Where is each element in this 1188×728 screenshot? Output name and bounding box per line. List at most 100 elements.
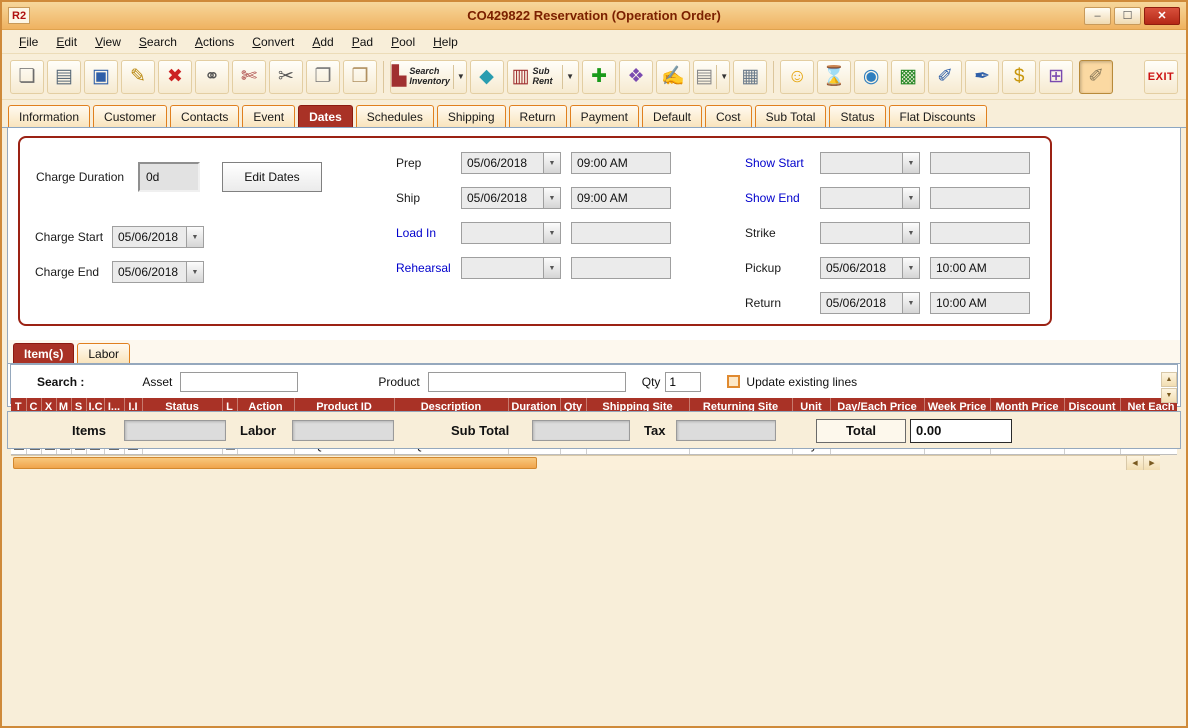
dropdown-arrow-icon[interactable]: ▼ <box>902 293 919 313</box>
show-end-date-combo[interactable]: ▼ <box>820 187 920 209</box>
modules-button[interactable]: ⊞ <box>1039 60 1073 94</box>
maximize-button[interactable]: ☐ <box>1114 7 1141 25</box>
scissors-button[interactable]: ✂ <box>269 60 303 94</box>
sub-rent-button[interactable]: ▥Sub Rent▼ <box>507 60 579 94</box>
add-line-button[interactable]: ✚ <box>582 60 616 94</box>
tab-customer[interactable]: Customer <box>93 105 167 127</box>
tax-field[interactable] <box>676 420 776 441</box>
edit-doc-button[interactable]: ✐ <box>928 60 962 94</box>
notepad-button[interactable]: ▤▼ <box>693 60 730 94</box>
print-button[interactable]: ▤ <box>47 60 81 94</box>
strike-date-combo[interactable]: ▼ <box>820 222 920 244</box>
dropdown-arrow-icon[interactable]: ▼ <box>562 65 574 89</box>
load-in-date-combo[interactable]: ▼ <box>461 222 561 244</box>
tab-shipping[interactable]: Shipping <box>437 105 506 127</box>
ship-time-input[interactable]: 09:00 AM <box>571 187 671 209</box>
charge-end-date-combo[interactable]: 05/06/2018 ▼ <box>112 261 204 283</box>
strike-time-input[interactable] <box>930 222 1030 244</box>
qty-input[interactable] <box>665 372 701 392</box>
tab-payment[interactable]: Payment <box>570 105 639 127</box>
money-button[interactable]: $ <box>1002 60 1036 94</box>
show-end-link[interactable]: Show End <box>745 191 800 205</box>
dropdown-arrow-icon[interactable]: ▼ <box>543 223 560 243</box>
scrollbar-track[interactable] <box>11 456 1126 470</box>
binoculars-button[interactable]: ⚭ <box>195 60 229 94</box>
dropdown-arrow-icon[interactable]: ▼ <box>453 65 465 89</box>
transfer-button[interactable]: ✒ <box>965 60 999 94</box>
menu-search[interactable]: Search <box>130 32 186 52</box>
pickup-time-input[interactable]: 10:00 AM <box>930 257 1030 279</box>
show-start-date-combo[interactable]: ▼ <box>820 152 920 174</box>
menu-actions[interactable]: Actions <box>186 32 243 52</box>
paste-button[interactable]: ❒ <box>343 60 377 94</box>
tab-labor[interactable]: Labor <box>77 343 130 363</box>
update-existing-lines-checkbox[interactable] <box>727 375 740 388</box>
rehearsal-date-combo[interactable]: ▼ <box>461 257 561 279</box>
save-button[interactable]: ▣ <box>84 60 118 94</box>
tab-items[interactable]: Item(s) <box>13 343 74 363</box>
tab-default[interactable]: Default <box>642 105 702 127</box>
pickup-date-combo[interactable]: 05/06/2018 ▼ <box>820 257 920 279</box>
dropdown-arrow-icon[interactable]: ▼ <box>902 188 919 208</box>
total-value-field[interactable]: 0.00 <box>910 419 1012 443</box>
horizontal-scrollbar[interactable]: ◀ ▶ <box>11 455 1160 470</box>
menu-add[interactable]: Add <box>303 32 342 52</box>
dropdown-arrow-icon[interactable]: ▼ <box>902 153 919 173</box>
dropdown-arrow-icon[interactable]: ▼ <box>186 227 203 247</box>
close-button[interactable]: ✕ <box>1144 7 1180 25</box>
dropdown-arrow-icon[interactable]: ▼ <box>543 153 560 173</box>
site-printer-button[interactable]: ▦ <box>733 60 767 94</box>
write-note-button[interactable]: ✍ <box>656 60 690 94</box>
tab-cost[interactable]: Cost <box>705 105 752 127</box>
tab-dates[interactable]: Dates <box>298 105 353 127</box>
show-start-link[interactable]: Show Start <box>745 156 804 170</box>
prep-date-combo[interactable]: 05/06/2018 ▼ <box>461 152 561 174</box>
stack-button[interactable]: ▩ <box>891 60 925 94</box>
shapes-button[interactable]: ◆ <box>470 60 504 94</box>
tab-flat-discounts[interactable]: Flat Discounts <box>889 105 987 127</box>
exit-button[interactable]: EXIT <box>1144 60 1178 94</box>
items-total-field[interactable] <box>124 420 226 441</box>
menu-file[interactable]: File <box>10 32 47 52</box>
menu-pad[interactable]: Pad <box>343 32 382 52</box>
minimize-button[interactable]: – <box>1084 7 1111 25</box>
copy-button[interactable]: ❐ <box>306 60 340 94</box>
tab-return[interactable]: Return <box>509 105 567 127</box>
scroll-down-button[interactable]: ▼ <box>1161 388 1177 403</box>
scrollbar-thumb[interactable] <box>13 457 537 469</box>
search-inventory-button[interactable]: ▙Search Inventory▼ <box>390 60 467 94</box>
menu-pool[interactable]: Pool <box>382 32 424 52</box>
delete-button[interactable]: ✖ <box>158 60 192 94</box>
tab-information[interactable]: Information <box>8 105 90 127</box>
menu-edit[interactable]: Edit <box>47 32 86 52</box>
charge-duration-input[interactable]: 0d <box>138 162 200 192</box>
dropdown-arrow-icon[interactable]: ▼ <box>186 262 203 282</box>
timer-button[interactable]: ⌛ <box>817 60 851 94</box>
new-document-button[interactable]: ❏ <box>10 60 44 94</box>
menu-view[interactable]: View <box>86 32 130 52</box>
load-in-link[interactable]: Load In <box>396 226 436 240</box>
dropdown-arrow-icon[interactable]: ▼ <box>716 65 728 89</box>
edit-dates-button[interactable]: Edit Dates <box>222 162 322 192</box>
edit-pencil-button[interactable]: ✎ <box>121 60 155 94</box>
rehearsal-link[interactable]: Rehearsal <box>396 261 451 275</box>
tab-sub-total[interactable]: Sub Total <box>755 105 827 127</box>
tab-status[interactable]: Status <box>829 105 885 127</box>
scroll-up-button[interactable]: ▲ <box>1161 372 1177 387</box>
titlebar[interactable]: R2 CO429822 Reservation (Operation Order… <box>2 2 1186 30</box>
labor-total-field[interactable] <box>292 420 394 441</box>
return-time-input[interactable]: 10:00 AM <box>930 292 1030 314</box>
ship-date-combo[interactable]: 05/06/2018 ▼ <box>461 187 561 209</box>
pool-balls-button[interactable]: ❖ <box>619 60 653 94</box>
tab-contacts[interactable]: Contacts <box>170 105 239 127</box>
asset-search-input[interactable] <box>180 372 298 392</box>
rehearsal-time-input[interactable] <box>571 257 671 279</box>
smiley-button[interactable]: ☺ <box>780 60 814 94</box>
scroll-left-button[interactable]: ◀ <box>1126 456 1143 470</box>
product-search-input[interactable] <box>428 372 626 392</box>
show-start-time-input[interactable] <box>930 152 1030 174</box>
magic-tool-button[interactable]: ✐ <box>1079 60 1113 94</box>
dropdown-arrow-icon[interactable]: ▼ <box>902 223 919 243</box>
cut-line-button[interactable]: ✄ <box>232 60 266 94</box>
return-date-combo[interactable]: 05/06/2018 ▼ <box>820 292 920 314</box>
